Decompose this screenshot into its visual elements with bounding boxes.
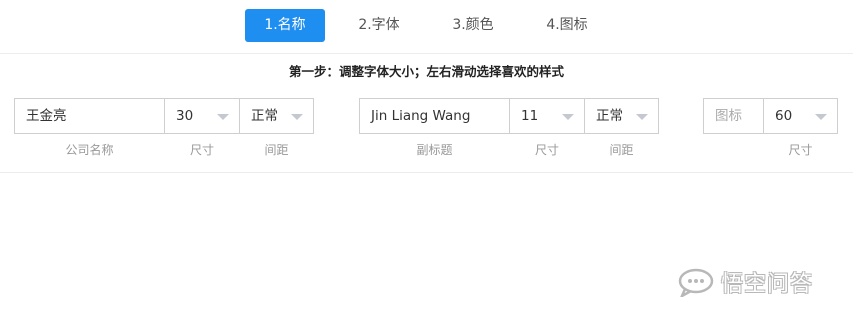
company-spacing-value: 正常: [251, 108, 278, 124]
subtitle-size-caption: 尺寸: [534, 143, 559, 157]
company-spacing-caption: 间距: [264, 143, 289, 157]
tab-font[interactable]: 2.字体: [345, 9, 413, 42]
icon-size-value: 60: [775, 108, 793, 124]
subtitle-caption: 副标题: [416, 143, 453, 157]
watermark: 悟空问答: [677, 264, 813, 300]
subtitle-spacing-select[interactable]: 正常: [584, 98, 659, 134]
subtitle-size-value: 11: [521, 108, 539, 124]
divider: [0, 172, 853, 173]
tab-color[interactable]: 3.颜色: [437, 9, 509, 42]
tab-name[interactable]: 1.名称: [245, 9, 325, 42]
company-size-select[interactable]: 30: [164, 98, 240, 134]
company-name-input[interactable]: 王金亮: [14, 98, 165, 134]
company-name-caption: 公司名称: [65, 143, 114, 157]
icon-size-select[interactable]: 60: [763, 98, 838, 134]
tab-icon[interactable]: 4.图标: [533, 9, 601, 42]
chevron-down-icon: [815, 114, 827, 120]
chevron-down-icon: [636, 114, 648, 120]
watermark-logo-icon: [678, 268, 714, 297]
subtitle-input[interactable]: Jin Liang Wang: [359, 98, 510, 134]
watermark-text: 悟空问答: [721, 272, 814, 297]
chevron-down-icon: [217, 114, 229, 120]
subtitle-spacing-caption: 间距: [609, 143, 634, 157]
company-size-value: 30: [176, 108, 194, 124]
subtitle-size-select[interactable]: 11: [509, 98, 585, 134]
chevron-down-icon: [291, 114, 303, 120]
company-size-caption: 尺寸: [189, 143, 214, 157]
icon-input[interactable]: 图标: [703, 98, 764, 134]
company-spacing-select[interactable]: 正常: [239, 98, 314, 134]
icon-size-caption: 尺寸: [788, 143, 813, 157]
step-tabs: 1.名称 2.字体 3.颜色 4.图标: [0, 0, 853, 54]
chevron-down-icon: [562, 114, 574, 120]
step-instruction: 第一步：调整字体大小；左右滑动选择喜欢的样式: [288, 64, 564, 79]
subtitle-spacing-value: 正常: [596, 108, 623, 124]
